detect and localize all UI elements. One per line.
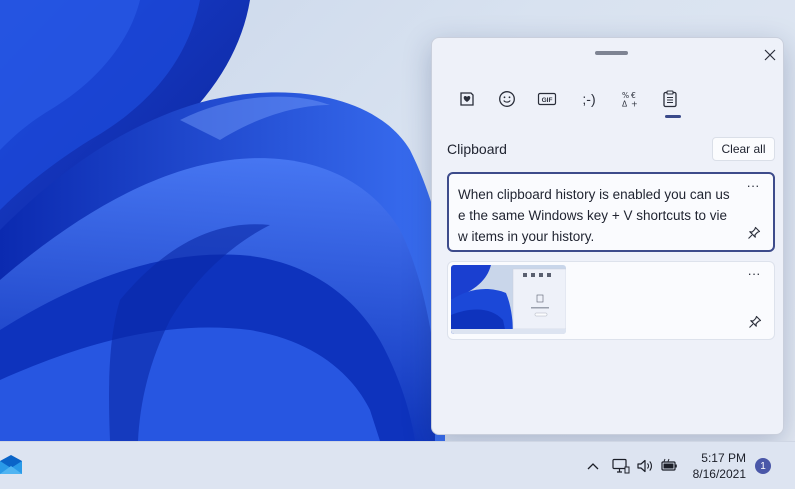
close-icon [764, 49, 776, 61]
more-options-button[interactable]: ··· [744, 266, 764, 284]
tab-emoji-favorites[interactable] [450, 82, 484, 116]
tab-gif[interactable]: GIF [530, 82, 564, 116]
pin-button[interactable] [745, 224, 763, 242]
clock-date: 8/16/2021 [692, 467, 746, 481]
tab-emoji[interactable] [490, 82, 524, 116]
tab-bar: GIF ;-) % € Δ + [450, 82, 730, 118]
clear-all-button[interactable]: Clear all [712, 137, 775, 161]
taskbar-clock[interactable]: 5:17 PM 8/16/2021 [690, 450, 746, 482]
tab-clipboard[interactable] [653, 82, 687, 118]
gif-icon: GIF [537, 92, 557, 106]
pin-icon [748, 226, 761, 239]
heart-sticker-icon [460, 92, 474, 106]
svg-text:Δ: Δ [622, 100, 628, 109]
symbols-icon: % € Δ + [622, 91, 638, 109]
close-button[interactable] [759, 44, 781, 66]
smiley-icon [499, 91, 515, 107]
svg-text:+: + [631, 100, 638, 109]
pin-button[interactable] [746, 313, 764, 331]
battery-icon [661, 458, 677, 471]
mail-icon [0, 455, 22, 474]
selected-tab-indicator [665, 115, 681, 118]
clipboard-icon [663, 90, 677, 108]
volume-control[interactable] [634, 442, 656, 489]
chevron-up-icon [587, 462, 599, 469]
tab-kaomoji[interactable]: ;-) [572, 82, 606, 116]
svg-text:GIF: GIF [542, 97, 553, 104]
taskbar-mail-app[interactable] [0, 455, 22, 475]
network-status[interactable] [610, 442, 632, 489]
clipboard-item-text[interactable]: When clipboard history is enabled you ca… [447, 172, 775, 252]
tab-symbols[interactable]: % € Δ + [613, 82, 647, 116]
network-icon [612, 458, 630, 473]
drag-handle[interactable] [595, 51, 628, 55]
pin-icon [749, 315, 762, 328]
section-title: Clipboard [447, 141, 507, 157]
battery-status[interactable] [658, 442, 680, 489]
more-options-button[interactable]: ··· [743, 178, 763, 196]
notification-badge[interactable]: 1 [755, 458, 771, 474]
volume-icon [637, 459, 652, 472]
kaomoji-icon: ;-) [582, 91, 596, 107]
clipboard-item-image[interactable]: ··· [447, 261, 775, 340]
show-hidden-icons-button[interactable] [583, 442, 603, 489]
screenshot-thumbnail [451, 265, 566, 334]
clipboard-panel: GIF ;-) % € Δ + Clipboard Clear all When… [431, 37, 784, 435]
taskbar: 5:17 PM 8/16/2021 1 [0, 441, 795, 489]
clock-time: 5:17 PM [701, 451, 746, 465]
clipboard-item-content: When clipboard history is enabled you ca… [458, 187, 730, 244]
